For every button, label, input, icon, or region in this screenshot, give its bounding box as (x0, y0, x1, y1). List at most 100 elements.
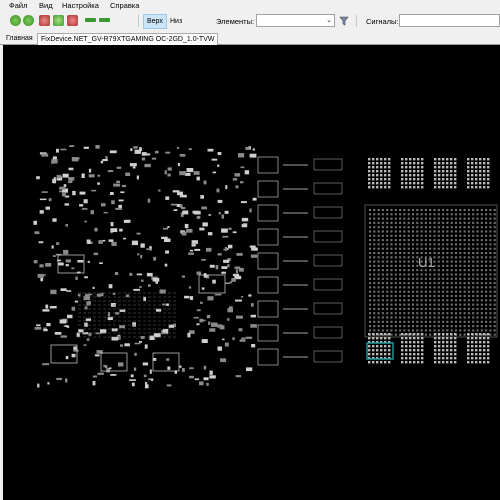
bga-ball (459, 277, 462, 280)
bga-ball (373, 217, 376, 220)
bga-ball (446, 260, 449, 263)
bga-ball (450, 303, 453, 306)
memory-pad (442, 353, 445, 356)
smd-component (186, 229, 193, 233)
smd-component (107, 170, 114, 173)
menu-file[interactable]: Файл (9, 1, 27, 10)
memory-pad (380, 337, 383, 340)
memory-pad (434, 182, 437, 185)
bga-ball (472, 260, 475, 263)
vrm-phase (257, 156, 279, 174)
memory-pad (467, 182, 470, 185)
bga-ball (489, 252, 492, 254)
board-view[interactable]: U1 (3, 45, 500, 500)
memory-pad (446, 178, 449, 181)
memory-pad (409, 178, 412, 181)
menu-help[interactable]: Справка (110, 1, 139, 10)
smd-component (170, 203, 178, 206)
bga-ball (412, 226, 414, 229)
tab-home[interactable]: Главная (3, 33, 36, 45)
menu-view[interactable]: Вид (39, 1, 53, 10)
bga-ball (442, 295, 445, 297)
memory-pad (409, 174, 412, 177)
fit-icon[interactable] (53, 15, 64, 26)
tab-board-file[interactable]: FixDevice.NET_GV-R79XTGAMING OC-2GD_1.0-… (37, 33, 219, 45)
bga-ball (416, 329, 419, 332)
bga-ball (485, 247, 488, 250)
bga-ball (472, 252, 475, 254)
bottom-side-button[interactable]: Низ (166, 14, 186, 29)
bga-ball (416, 252, 419, 254)
menu-settings[interactable]: Настройка (62, 1, 99, 10)
bga-ball (390, 277, 393, 280)
bga-ball (369, 316, 371, 319)
bga-ball (416, 303, 419, 306)
smd-component (79, 204, 84, 207)
zoom-out-icon[interactable] (67, 15, 78, 26)
bga-ball (467, 299, 470, 302)
memory-pad (471, 186, 474, 189)
bga-ball (480, 260, 483, 263)
memory-pad (401, 186, 404, 189)
bga-ball (476, 312, 479, 315)
memory-pad (380, 170, 383, 173)
memory-pad (475, 353, 478, 356)
bga-ball (489, 303, 492, 306)
memory-pad (434, 357, 437, 360)
zoom-in-icon[interactable] (39, 15, 50, 26)
bga-ball (424, 239, 427, 242)
bga-ball (485, 273, 488, 276)
funnel-icon[interactable] (339, 16, 349, 28)
bga-ball (377, 252, 380, 254)
bga-ball (455, 226, 457, 229)
smd-component (130, 148, 133, 152)
bga-ball (416, 226, 419, 229)
memory-pad (483, 361, 486, 364)
ic-package (100, 352, 128, 372)
refresh-icon[interactable] (10, 15, 21, 26)
memory-pad (372, 166, 375, 169)
chevron-down-icon[interactable]: ⌄ (326, 15, 332, 27)
main-chip[interactable]: U1 (364, 204, 498, 338)
bga-ball (463, 209, 466, 211)
memory-pad (405, 353, 408, 356)
bga-ball (485, 295, 488, 297)
top-side-button[interactable]: Верх (143, 14, 167, 29)
memory-pad (388, 186, 391, 189)
memory-pad (446, 337, 449, 340)
bga-ball (399, 264, 402, 267)
bga-ball (485, 299, 488, 302)
memory-pad (409, 337, 412, 340)
memory-pad (434, 345, 437, 348)
bga-ball (424, 234, 427, 237)
smd-component (116, 180, 120, 183)
smd-component (81, 173, 85, 178)
elements-combo[interactable]: ⌄ (256, 14, 335, 27)
bga-ball (433, 299, 436, 302)
smd-component (43, 327, 47, 330)
memory-pad (450, 166, 453, 169)
smd-component (192, 210, 200, 214)
bga-ball (381, 260, 384, 263)
bga-ball (420, 316, 423, 319)
memory-pad (372, 178, 375, 181)
bga-ball (369, 230, 371, 233)
pcb-layout[interactable]: U1 (3, 45, 500, 500)
bga-ball (446, 213, 449, 216)
bga-ball (369, 260, 371, 263)
forward-arrow-icon[interactable] (99, 18, 110, 22)
smd-component (206, 314, 211, 319)
smd-component (153, 358, 157, 361)
memory-pad (446, 333, 449, 336)
bga-ball (416, 217, 419, 220)
memory-pad (475, 174, 478, 177)
memory-pad (380, 178, 383, 181)
back-arrow-icon[interactable] (85, 18, 96, 22)
smd-component (181, 275, 185, 278)
bga-ball (424, 209, 427, 211)
bga-ball (489, 290, 492, 293)
signals-input[interactable] (399, 14, 500, 27)
refresh-all-icon[interactable] (23, 15, 34, 26)
bga-ball (437, 316, 440, 319)
bga-ball (394, 307, 397, 310)
